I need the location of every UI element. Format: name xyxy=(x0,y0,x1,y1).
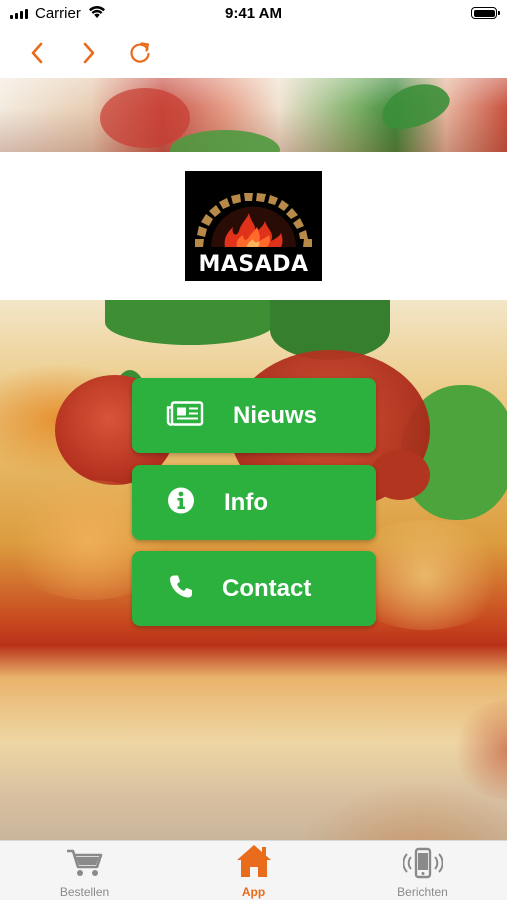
battery-icon xyxy=(471,7,500,19)
status-bar: Carrier 9:41 AM xyxy=(0,0,507,28)
tab-bestellen[interactable]: Bestellen xyxy=(0,841,169,901)
battery-fill xyxy=(473,9,495,17)
tab-bestellen-label: Bestellen xyxy=(59,885,110,899)
cart-icon xyxy=(65,847,105,884)
forward-button[interactable] xyxy=(72,36,106,70)
browser-nav-bar xyxy=(0,28,507,78)
chevron-left-icon xyxy=(31,42,43,64)
reload-icon xyxy=(130,42,150,63)
logo-text: MASADA xyxy=(198,252,309,277)
phone-message-icon xyxy=(401,847,444,886)
reload-button[interactable] xyxy=(123,36,157,70)
tab-app[interactable]: App xyxy=(169,841,338,901)
bottom-tab-bar: Bestellen App Berichten xyxy=(0,840,507,900)
header-banner-image xyxy=(0,78,507,152)
chevron-right-icon xyxy=(83,42,95,64)
tab-berichten-label: Berichten xyxy=(397,885,448,899)
logo-area: MASADA xyxy=(0,152,507,300)
masada-logo: MASADA xyxy=(185,171,322,281)
news-button-label: Nieuws xyxy=(233,402,318,429)
clock: 9:41 AM xyxy=(225,5,282,22)
contact-button-label: Contact xyxy=(222,575,312,602)
info-icon xyxy=(167,486,195,519)
home-icon xyxy=(235,845,273,884)
info-button[interactable]: Info xyxy=(132,465,376,540)
phone-icon xyxy=(168,573,194,604)
newspaper-icon xyxy=(166,400,204,431)
back-button[interactable] xyxy=(20,36,54,70)
contact-button[interactable]: Contact xyxy=(132,551,376,626)
news-button[interactable]: Nieuws xyxy=(132,378,376,453)
tab-berichten[interactable]: Berichten xyxy=(338,841,507,901)
info-button-label: Info xyxy=(224,489,268,516)
tab-app-label: App xyxy=(241,885,266,899)
